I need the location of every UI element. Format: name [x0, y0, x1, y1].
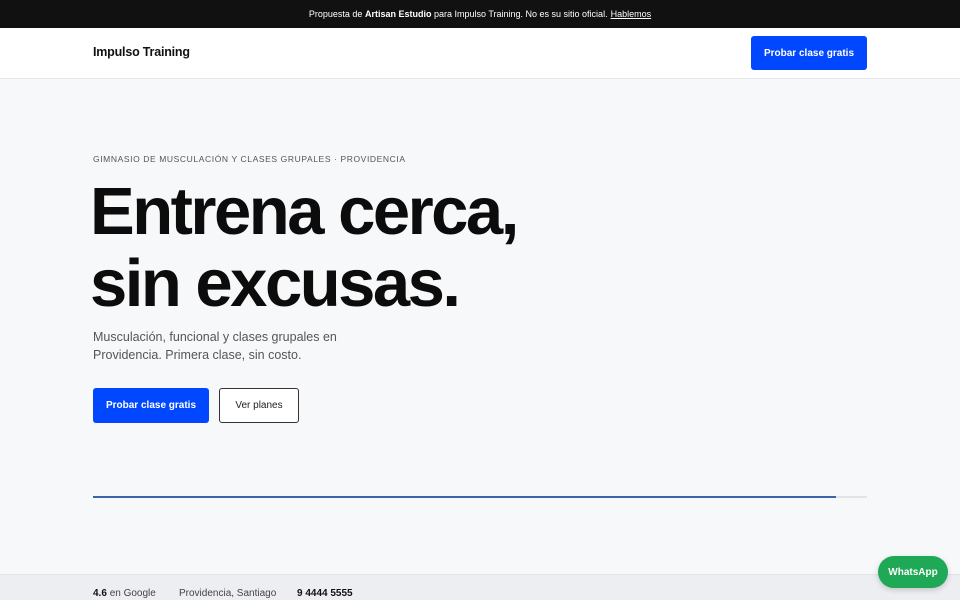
info-strip: 4.6 en Google Providencia, Santiago 9 44…	[0, 574, 960, 600]
announcement-bar: Propuesta de Artisan Estudio para Impuls…	[0, 0, 960, 28]
hero-eyebrow: GIMNASIO DE MUSCULACIÓN Y CLASES GRUPALE…	[93, 154, 406, 164]
header-free-class-button[interactable]: Probar clase gratis	[751, 36, 867, 70]
site-header: Impulso Training Probar clase gratis	[0, 28, 960, 79]
phone-number[interactable]: 9 4444 5555	[297, 588, 353, 599]
hero-free-class-button[interactable]: Probar clase gratis	[93, 388, 209, 423]
hero-subtext: Musculación, funcional y clases grupales…	[93, 330, 337, 362]
announcement-studio: Artisan Estudio	[364, 9, 432, 19]
headline-line-2: sin excusas.	[90, 246, 461, 321]
rating-suffix: en Google	[109, 588, 156, 599]
progress-fill	[93, 496, 837, 498]
progress-bar	[93, 496, 867, 498]
rating-value: 4.6	[93, 588, 107, 599]
whatsapp-button[interactable]: WhatsApp	[878, 556, 948, 588]
announcement-prefix: Propuesta de	[308, 9, 363, 19]
google-rating: 4.6 en Google	[93, 588, 156, 599]
hablemos-link[interactable]: Hablemos	[611, 9, 652, 19]
headline-line-1: Entrena cerca,	[90, 174, 519, 249]
brand-logo[interactable]: Impulso Training	[93, 45, 190, 59]
phone-value: 9 4444 5555	[297, 588, 353, 599]
view-plans-button[interactable]: Ver planes	[219, 388, 299, 423]
announcement-text: para Impulso Training. No es su sitio of…	[433, 9, 608, 19]
location-text: Providencia, Santiago	[179, 588, 277, 599]
hero-headline: Entrena cerca, sin excusas.	[90, 174, 519, 321]
